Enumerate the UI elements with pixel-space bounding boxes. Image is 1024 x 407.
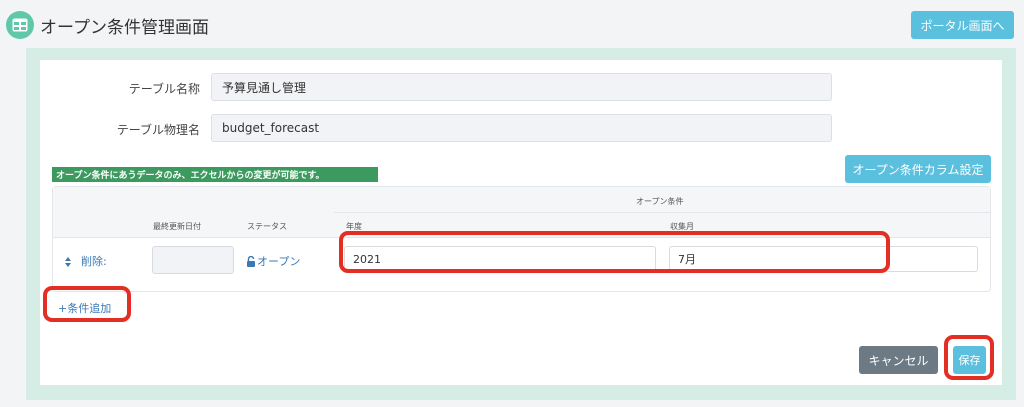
highlight-save	[944, 335, 994, 380]
status-open-link[interactable]: オープン	[257, 253, 300, 269]
delete-link[interactable]: 削除:	[81, 253, 107, 269]
notice-banner: オープン条件にあうデータのみ、エクセルからの変更が可能です。	[52, 167, 378, 182]
portal-button[interactable]: ポータル画面へ	[911, 11, 1014, 39]
highlight-add-condition	[43, 286, 131, 322]
cancel-button[interactable]: キャンセル	[859, 346, 938, 374]
table-physical-label: テーブル物理名	[116, 123, 200, 137]
sort-icon[interactable]	[64, 253, 72, 267]
column-settings-button[interactable]: オープン条件カラム設定	[845, 155, 991, 183]
table-physical-field[interactable]: budget_forecast	[211, 114, 832, 142]
group-header-open-conditions: オープン条件	[636, 197, 684, 206]
unlock-icon	[246, 253, 256, 267]
page-title: オープン条件管理画面	[40, 18, 209, 38]
table-name-label: テーブル名称	[128, 82, 200, 96]
highlight-inputs	[339, 231, 890, 273]
header-divider	[334, 212, 990, 213]
header-last-updated: 最終更新日付	[153, 222, 201, 231]
table-icon	[6, 11, 34, 39]
last-updated-field	[152, 246, 234, 274]
table-name-field[interactable]: 予算見通し管理	[211, 73, 832, 101]
header-status: ステータス	[247, 222, 287, 231]
